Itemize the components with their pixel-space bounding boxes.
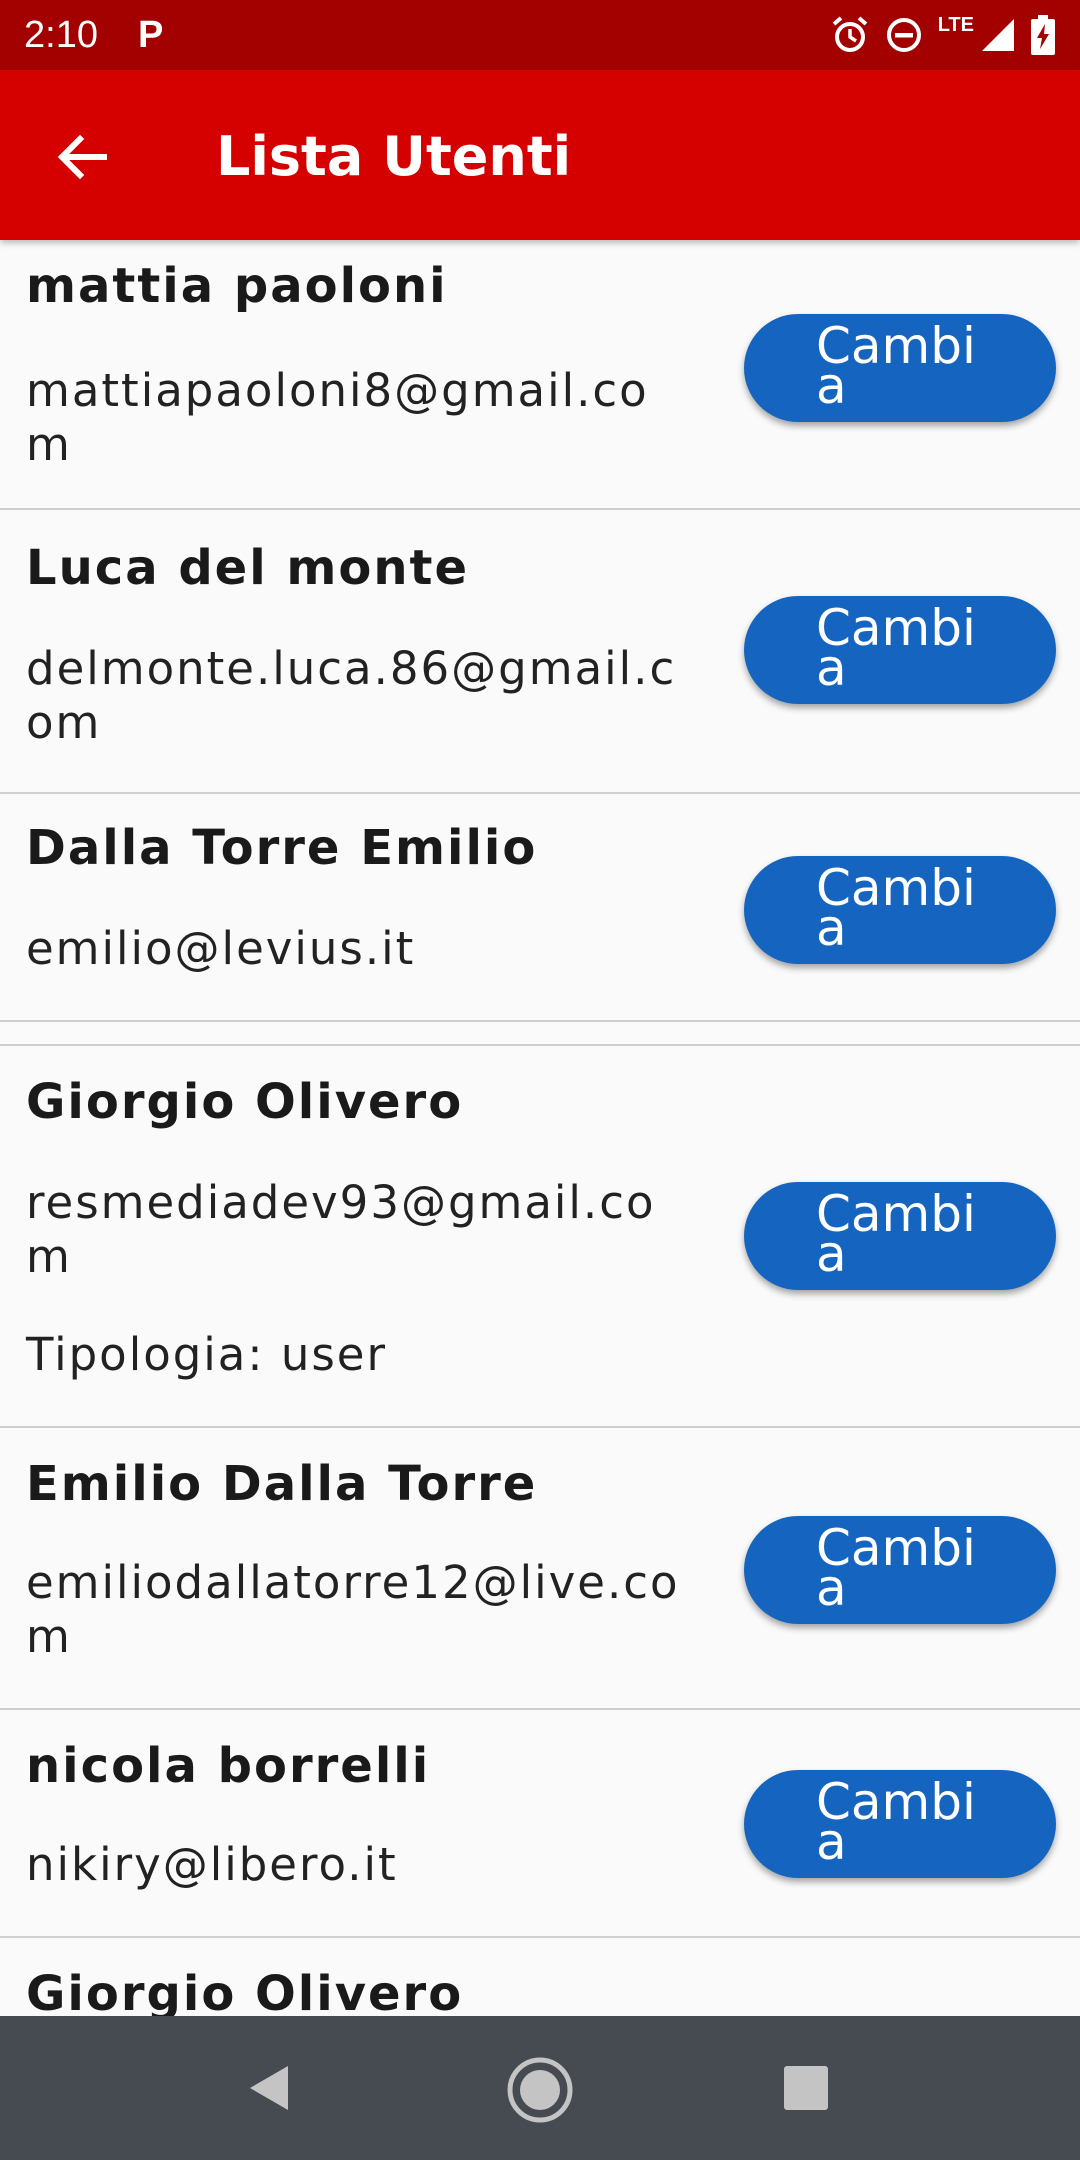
page-title: Lista Utenti [216, 125, 572, 188]
back-button[interactable] [40, 115, 124, 199]
network-type: LTE [937, 13, 974, 36]
navigation-bar [0, 2016, 1080, 2160]
change-button[interactable]: Cambia [744, 1770, 1056, 1878]
user-name: Giorgio Olivero [26, 1966, 464, 2016]
status-bar: 2:10 P LTE [0, 0, 1080, 70]
list-item: Emilio Dalla Torre emiliodallatorre12@li… [0, 1428, 1080, 1710]
user-name: Emilio Dalla Torre [26, 1456, 538, 1512]
user-email: nikiry@libero.it [26, 1838, 398, 1891]
user-name: Dalla Torre Emilio [26, 820, 538, 876]
battery-charging-icon [1031, 15, 1055, 55]
do-not-disturb-icon [886, 18, 921, 52]
status-icons: LTE [830, 12, 1056, 58]
signal-icon [982, 19, 1014, 51]
user-name: Luca del monte [26, 540, 470, 596]
list-item: Luca del monte delmonte.luca.86@gmail.co… [0, 510, 1080, 794]
back-triangle-icon[interactable] [238, 2056, 302, 2120]
list-item: Giorgio Olivero resmediadev93@gmail.com … [0, 1046, 1080, 1428]
user-list[interactable]: mattia paoloni mattiapaoloni8@gmail.com … [0, 240, 1080, 2016]
user-name: nicola borrelli [26, 1738, 431, 1794]
alarm-icon [832, 16, 868, 52]
change-button[interactable]: Cambia [744, 1182, 1056, 1290]
change-button[interactable]: Cambia [744, 1516, 1056, 1624]
user-email: mattiapaoloni8@gmail.com [26, 364, 649, 471]
arrow-back-icon [57, 134, 107, 180]
status-time: 2:10 [24, 14, 98, 56]
user-email: emilio@levius.it [26, 922, 416, 975]
list-item: Giorgio Olivero [0, 1938, 1080, 2016]
list-item: mattia paoloni mattiapaoloni8@gmail.com … [0, 240, 1080, 510]
user-name: Giorgio Olivero [26, 1074, 464, 1130]
change-button[interactable]: Cambia [744, 596, 1056, 704]
change-button[interactable]: Cambia [744, 314, 1056, 422]
user-email: emiliodallatorre12@live.com [26, 1556, 680, 1663]
list-item: Dalla Torre Emilio emilio@levius.it Camb… [0, 794, 1080, 1022]
list-item: nicola borrelli nikiry@libero.it Cambia [0, 1710, 1080, 1938]
parking-notification-icon: P [138, 14, 164, 56]
user-email: delmonte.luca.86@gmail.com [26, 642, 677, 749]
app-bar: Lista Utenti [0, 70, 1080, 240]
home-circle-icon[interactable] [500, 2050, 580, 2130]
list-divider [0, 1022, 1080, 1046]
user-type: Tipologia: user [26, 1328, 387, 1381]
recents-square-icon[interactable] [774, 2056, 838, 2120]
change-button[interactable]: Cambia [744, 856, 1056, 964]
user-email: resmediadev93@gmail.com [26, 1176, 656, 1283]
user-name: mattia paoloni [26, 258, 448, 314]
